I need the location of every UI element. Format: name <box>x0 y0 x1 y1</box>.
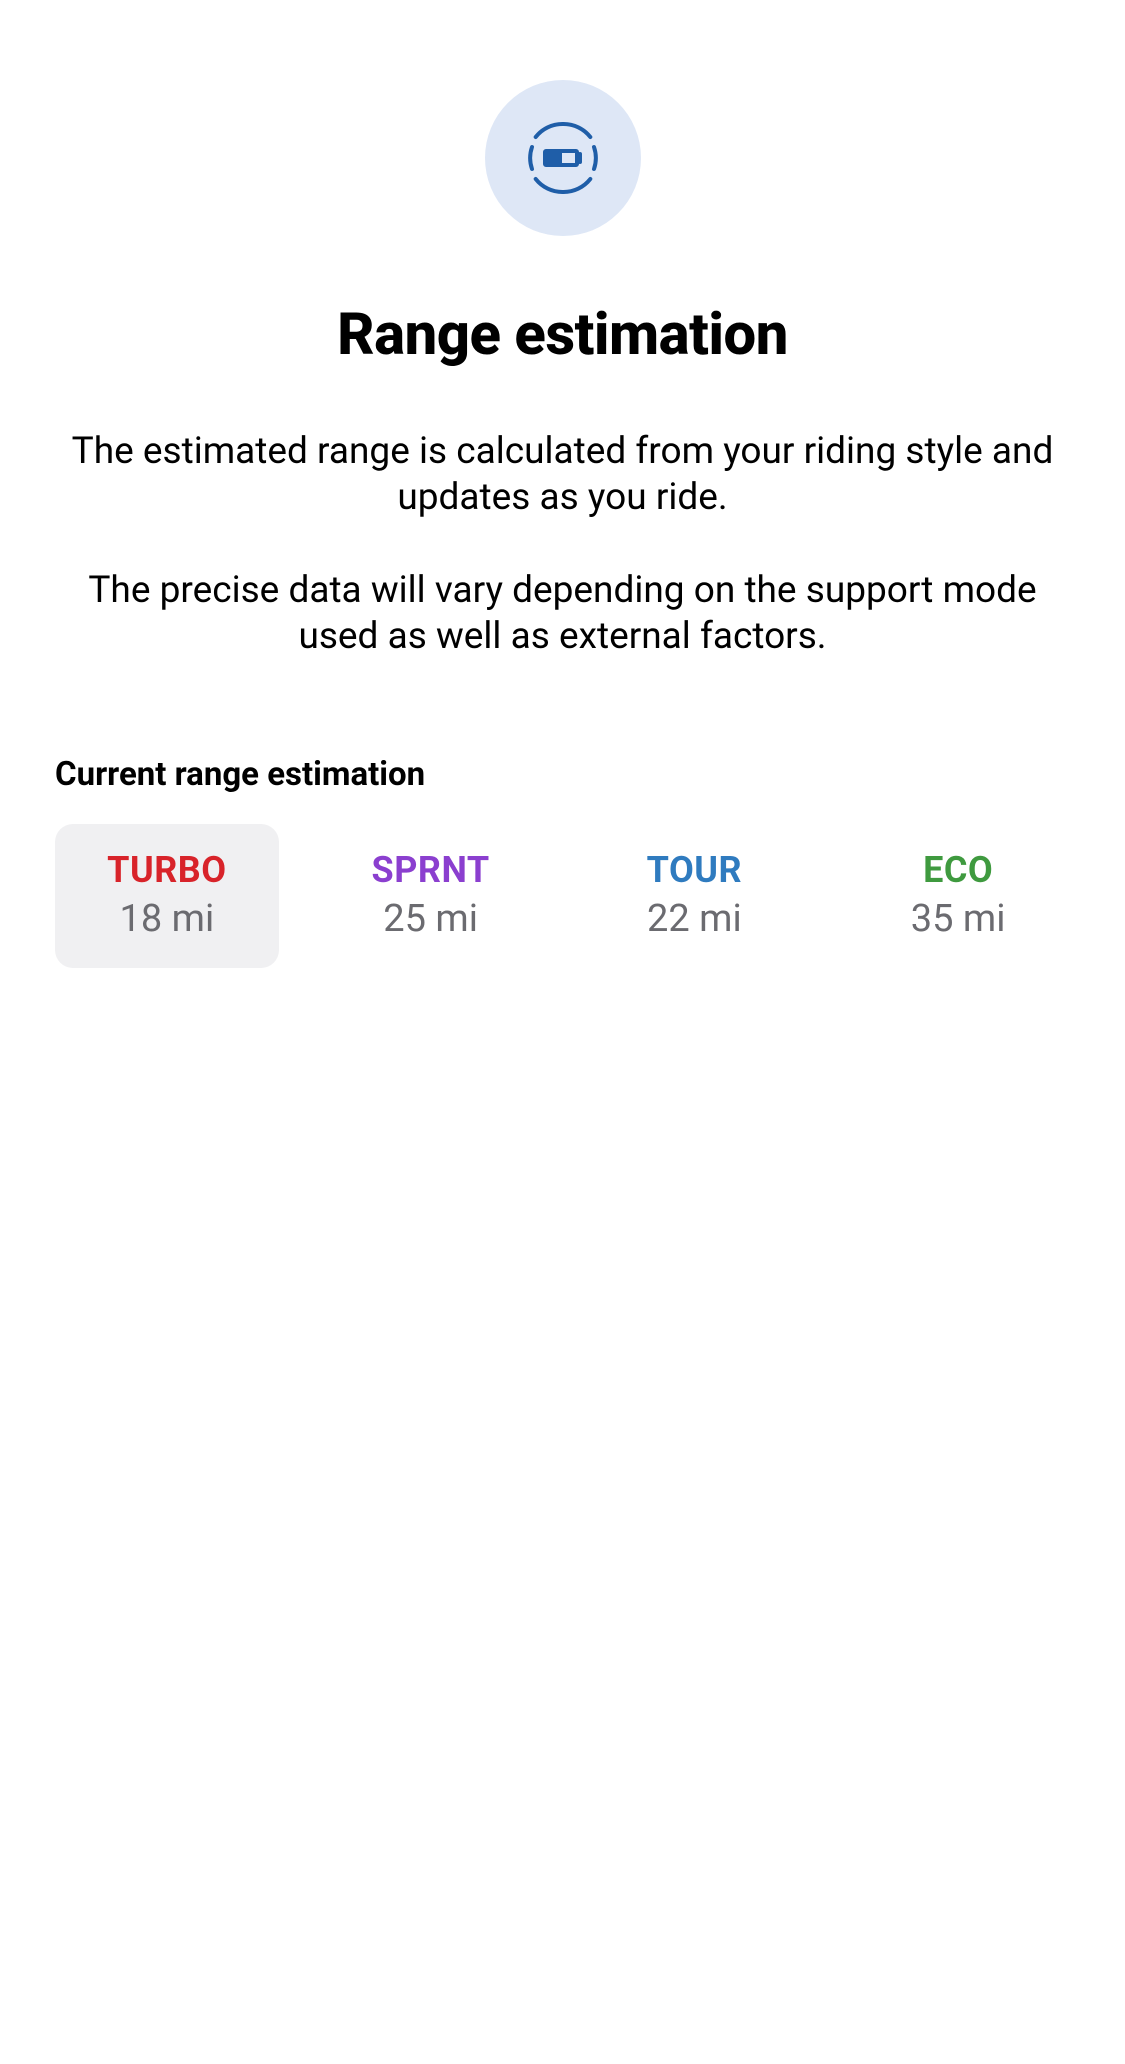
mode-value: 25 mi <box>329 897 533 941</box>
mode-label: TOUR <box>593 849 797 891</box>
description-paragraph-1: The estimated range is calculated from y… <box>55 429 1070 522</box>
mode-label: TURBO <box>65 849 269 891</box>
mode-card-tour[interactable]: TOUR 22 mi <box>583 824 807 968</box>
mode-value: 22 mi <box>593 897 797 941</box>
mode-card-sprnt[interactable]: SPRNT 25 mi <box>319 824 543 968</box>
mode-card-eco[interactable]: ECO 35 mi <box>846 824 1070 968</box>
page-title: Range estimation <box>55 301 1070 369</box>
page-description: The estimated range is calculated from y… <box>55 429 1070 660</box>
mode-label: SPRNT <box>329 849 533 891</box>
battery-gauge-icon <box>525 120 601 196</box>
current-range-heading: Current range estimation <box>55 755 1070 794</box>
mode-label: ECO <box>856 849 1060 891</box>
header-icon-circle <box>485 80 641 236</box>
modes-row: TURBO 18 mi SPRNT 25 mi TOUR 22 mi ECO 3… <box>55 824 1070 968</box>
header-icon-wrapper <box>55 80 1070 236</box>
mode-value: 35 mi <box>856 897 1060 941</box>
description-paragraph-2: The precise data will vary depending on … <box>55 568 1070 661</box>
mode-card-turbo[interactable]: TURBO 18 mi <box>55 824 279 968</box>
mode-value: 18 mi <box>65 897 269 941</box>
